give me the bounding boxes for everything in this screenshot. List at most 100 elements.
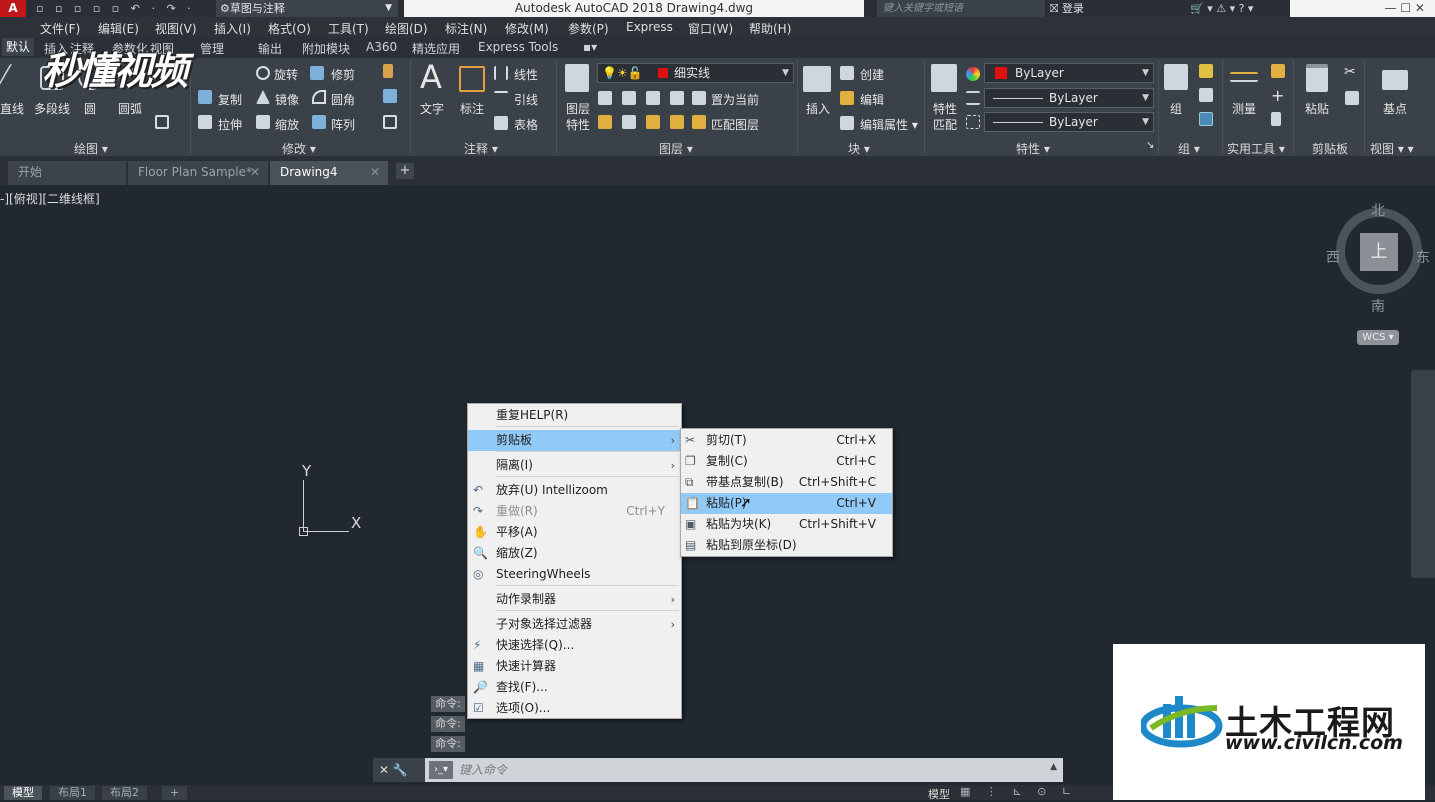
group-button[interactable]: 组: [1170, 100, 1182, 117]
group-select-icon[interactable]: [1199, 112, 1213, 126]
view-group-title[interactable]: 视图 ▾ ▾: [1370, 140, 1414, 157]
layer-dropdown[interactable]: 💡☀🔓 细实线 ▼: [597, 63, 794, 83]
doc-tab-0[interactable]: 开始: [8, 161, 126, 185]
layer-tool-icon[interactable]: [670, 91, 684, 105]
layer-tool-icon[interactable]: [598, 91, 612, 105]
copy-clip-icon[interactable]: [1345, 91, 1359, 105]
doc-tab-2[interactable]: Drawing4 ✕: [270, 161, 388, 185]
polyline-button[interactable]: 多段线: [34, 100, 70, 117]
mirror-button[interactable]: 镜像: [275, 91, 299, 108]
text-icon[interactable]: A: [420, 58, 442, 96]
layer-tool-icon[interactable]: [670, 115, 684, 129]
paste-icon[interactable]: [1306, 64, 1328, 92]
clipboard-item-4[interactable]: ▣ 粘贴为块(K) Ctrl+Shift+V: [681, 514, 892, 535]
menu-item-5[interactable]: 工具(T): [328, 20, 369, 37]
close-icon[interactable]: ✕: [370, 161, 380, 183]
dialog-launcher-icon[interactable]: ↘: [1146, 140, 1154, 151]
menu-item-10[interactable]: Express: [626, 20, 673, 34]
linear-dim-button[interactable]: 线性: [514, 66, 538, 83]
edit-block-button[interactable]: 编辑: [860, 91, 884, 108]
compass-south[interactable]: 南: [1371, 296, 1385, 316]
ribbon-tab-9[interactable]: 精选应用: [412, 40, 460, 57]
navigation-bar[interactable]: [1411, 370, 1435, 578]
ribbon-tab-6[interactable]: 输出: [258, 40, 282, 57]
properties-group-title[interactable]: 特性 ▾: [1016, 140, 1050, 157]
clipboard-group-title[interactable]: 剪贴板: [1312, 140, 1348, 157]
erase-icon[interactable]: [383, 64, 393, 78]
add-layout-button[interactable]: +: [162, 786, 188, 800]
menu-item-1[interactable]: 编辑(E): [98, 20, 139, 37]
lineweight-dropdown[interactable]: ByLayer ▼: [984, 112, 1154, 132]
line-icon[interactable]: [0, 64, 35, 92]
new-tab-button[interactable]: +: [396, 163, 414, 179]
menu-item-12[interactable]: 帮助(H): [749, 20, 791, 37]
close-icon[interactable]: ✕: [250, 161, 260, 183]
measure-button[interactable]: 测量: [1232, 100, 1256, 117]
context-menu-item-1[interactable]: 剪贴板 ›: [468, 430, 681, 451]
utility-tool-icon[interactable]: [1271, 64, 1285, 78]
context-menu-item-7[interactable]: ◎ SteeringWheels: [468, 564, 681, 585]
menu-item-4[interactable]: 格式(O): [268, 20, 311, 37]
window-controls[interactable]: — ☐ ✕: [1290, 0, 1435, 17]
base-view-button[interactable]: 基点: [1383, 100, 1407, 117]
group-icon[interactable]: [1164, 64, 1188, 90]
dimension-button[interactable]: 标注: [460, 100, 484, 117]
clipboard-item-3[interactable]: 📋 粘贴(P) Ctrl+V: [681, 493, 892, 514]
context-menu-item-5[interactable]: ✋ 平移(A): [468, 522, 681, 543]
quick-access-toolbar[interactable]: ▫ ▫ ▫ ▫ ▫ ↶ · ↷ ·: [36, 2, 195, 15]
ribbon-tab-8[interactable]: A360: [366, 40, 397, 54]
autocad-logo-icon[interactable]: A: [0, 0, 26, 17]
layers-group-title[interactable]: 图层 ▾: [659, 140, 693, 157]
context-menu-item-13[interactable]: ☑ 选项(O)...: [468, 698, 681, 719]
clipboard-item-5[interactable]: ▤ 粘贴到原坐标(D): [681, 535, 892, 556]
layout-tab-2[interactable]: 布局2: [102, 786, 147, 800]
viewcube-top-face[interactable]: 上: [1360, 233, 1398, 271]
menu-item-7[interactable]: 标注(N): [445, 20, 487, 37]
annotation-group-title[interactable]: 注释 ▾: [464, 140, 498, 157]
menu-item-0[interactable]: 文件(F): [40, 20, 80, 37]
text-button[interactable]: 文字: [420, 100, 444, 117]
command-prompt-icon[interactable]: ›_▾: [429, 761, 453, 779]
measure-icon[interactable]: [1230, 72, 1258, 82]
compass-west[interactable]: 西: [1326, 247, 1340, 267]
layer-props-label-2[interactable]: 特性: [566, 116, 590, 133]
menu-item-9[interactable]: 参数(P): [568, 20, 609, 37]
explode-icon[interactable]: [383, 89, 397, 103]
modify-group-title[interactable]: 修改 ▾: [282, 140, 316, 157]
command-line-controls[interactable]: ✕ 🔧: [373, 758, 425, 782]
context-menu-item-12[interactable]: 🔎 查找(F)...: [468, 677, 681, 698]
wrench-icon[interactable]: 🔧: [393, 763, 408, 777]
compass-east[interactable]: 东: [1416, 247, 1430, 267]
menu-item-2[interactable]: 视图(V): [155, 20, 197, 37]
layout-tab-0[interactable]: 模型: [4, 786, 42, 800]
layer-tool-icon[interactable]: [622, 91, 636, 105]
status-toggles[interactable]: ▦ ⋮ ⊾ ⊙ ∟: [960, 785, 1077, 798]
menu-item-3[interactable]: 插入(I): [214, 20, 251, 37]
match-props-label-1[interactable]: 特性: [933, 100, 957, 117]
match-properties-icon[interactable]: [931, 64, 957, 92]
menu-item-6[interactable]: 绘图(D): [385, 20, 428, 37]
clipboard-item-2[interactable]: ⧉ 带基点复制(B) Ctrl+Shift+C: [681, 472, 892, 493]
create-block-button[interactable]: 创建: [860, 66, 884, 83]
context-menu-item-11[interactable]: ▦ 快速计算器: [468, 656, 681, 677]
match-layer-button[interactable]: 匹配图层: [711, 116, 759, 133]
copy-button[interactable]: 复制: [218, 91, 242, 108]
ribbon-tab-5[interactable]: 管理: [200, 40, 224, 57]
draw-group-title[interactable]: 绘图 ▾: [74, 140, 108, 157]
region-icon[interactable]: [155, 115, 169, 129]
context-menu-item-9[interactable]: 子对象选择过滤器 ›: [468, 614, 681, 635]
table-button[interactable]: 表格: [514, 116, 538, 133]
leader-button[interactable]: 引线: [514, 91, 538, 108]
group-tool-icon[interactable]: [1199, 88, 1213, 102]
login-button[interactable]: ⛝ 登录: [1050, 0, 1084, 17]
circle-button[interactable]: 圆: [84, 100, 96, 117]
clipboard-item-1[interactable]: ❐ 复制(C) Ctrl+C: [681, 451, 892, 472]
menu-item-8[interactable]: 修改(M): [505, 20, 549, 37]
trim-button[interactable]: 修剪: [331, 66, 355, 83]
point-icon[interactable]: +: [1271, 86, 1284, 105]
set-current-button[interactable]: 置为当前: [711, 91, 759, 108]
layer-tool-icon[interactable]: [646, 115, 660, 129]
context-menu-item-8[interactable]: 动作录制器 ›: [468, 589, 681, 610]
layer-properties-icon[interactable]: [565, 64, 589, 92]
linetype-dropdown[interactable]: ByLayer ▼: [984, 88, 1154, 108]
